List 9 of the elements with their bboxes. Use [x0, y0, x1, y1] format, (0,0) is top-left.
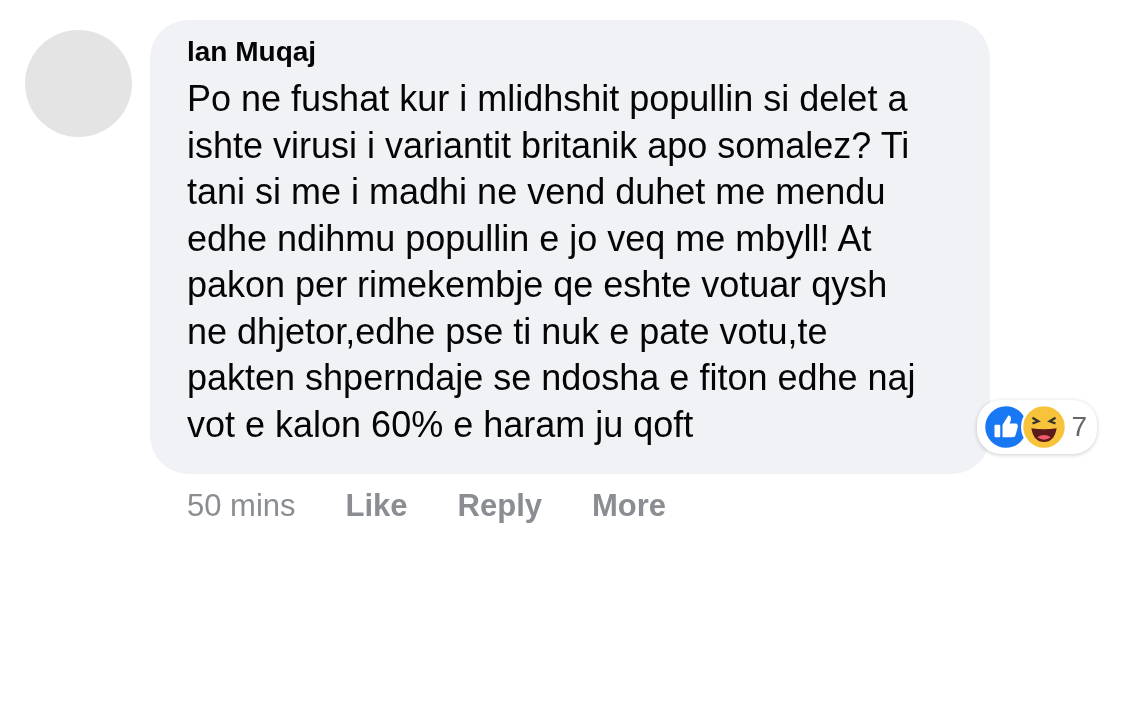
comment-action-link[interactable]: More	[592, 488, 667, 524]
comment-action-link[interactable]: Reply	[457, 488, 542, 524]
author-name[interactable]: lan Muqaj	[187, 36, 954, 68]
comment-text: Po ne fushat kur i mlidhshit popullin si delet a ishte virusi i variantit britanik apo somalez? Ti tani si me i madhi ne vend duhet me mendu edhe ndihmu popullin e jo veq me mbyll! At pakon per rimekembje qe eshte votuar qysh ne dhjetor,edhe pse ti nuk e pate votu,te pakten shperndaje se ndosha e fiton edhe naj vot e kalon 60% e haram ju qoft	[187, 77, 917, 447]
comment-time: 50 mins	[187, 488, 296, 524]
reactions-badge[interactable]: 7	[977, 400, 1097, 454]
comment-action-link[interactable]: Like	[345, 488, 408, 524]
laughing-face-icon	[1021, 404, 1068, 450]
reaction-count: 7	[1071, 411, 1087, 443]
